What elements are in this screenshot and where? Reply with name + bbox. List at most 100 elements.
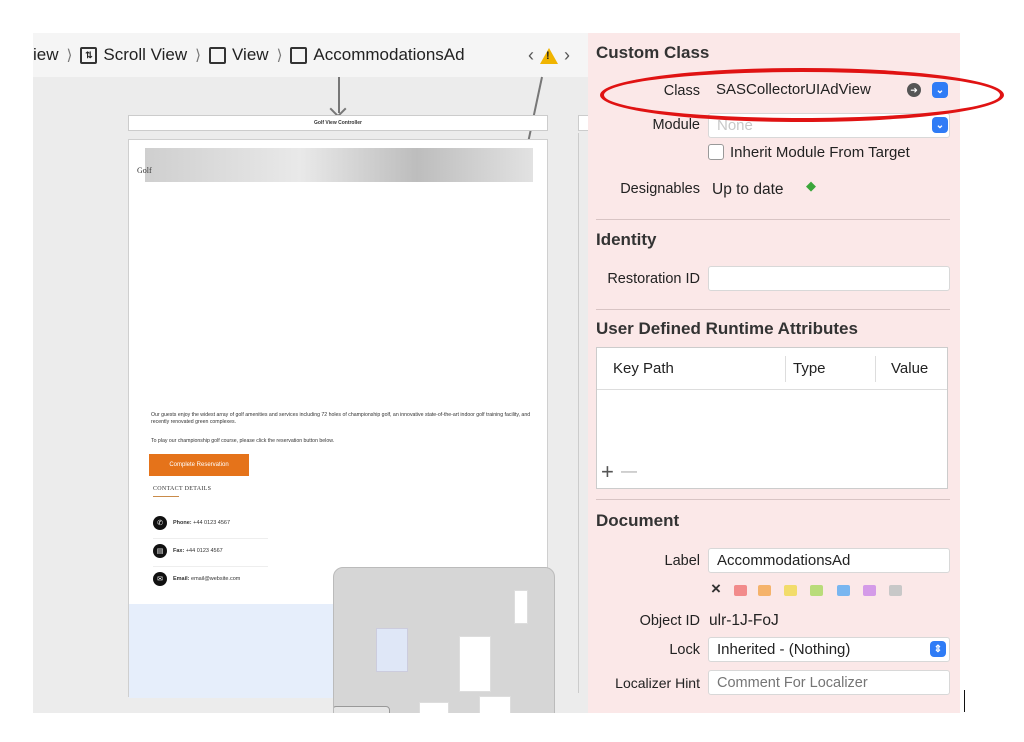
second-scene-edge bbox=[578, 133, 579, 693]
jump-bar: iew ⟩ ⇅ Scroll View ⟩ View ⟩ Accommodati… bbox=[33, 33, 588, 77]
identity-inspector: Custom Class Class SASCollectorUIAdView … bbox=[588, 33, 960, 713]
view-icon bbox=[209, 46, 227, 64]
contact-details-heading: CONTACT DETAILS bbox=[153, 486, 212, 492]
document-heading: Document bbox=[596, 511, 680, 530]
storyboard-canvas[interactable]: iew ⟩ ⇅ Scroll View ⟩ View ⟩ Accommodati… bbox=[33, 33, 588, 713]
contact-label: Email: bbox=[173, 576, 190, 582]
view-controller-title-bar[interactable]: Golf View Controller bbox=[128, 115, 548, 131]
email-icon: ✉ bbox=[153, 572, 167, 586]
inherit-module-label: Inherit Module From Target bbox=[730, 144, 910, 161]
object-id-value: ulr-1J-FoJ bbox=[709, 612, 779, 629]
divider bbox=[153, 566, 268, 567]
runtime-attributes-heading: User Defined Runtime Attributes bbox=[596, 319, 858, 338]
color-swatch-blue[interactable] bbox=[837, 585, 850, 596]
minimap-viewport[interactable] bbox=[376, 628, 408, 672]
view-icon bbox=[290, 46, 308, 64]
text-cursor bbox=[964, 690, 965, 712]
breadcrumb-label: iew bbox=[33, 45, 59, 64]
lock-label: Lock bbox=[669, 642, 700, 658]
hero-image[interactable] bbox=[145, 148, 533, 182]
designables-label: Designables bbox=[620, 181, 700, 197]
module-label: Module bbox=[652, 117, 700, 133]
minimap-scene bbox=[514, 590, 528, 624]
second-scene-title-bar[interactable] bbox=[578, 115, 588, 131]
color-swatch-green[interactable] bbox=[810, 585, 823, 596]
checkmark-icon: ◆ bbox=[806, 178, 816, 193]
column-value[interactable]: Value bbox=[891, 360, 928, 377]
scroll-view-icon: ⇅ bbox=[80, 46, 98, 64]
column-separator bbox=[785, 356, 786, 382]
chevron-left-icon[interactable]: ‹ bbox=[528, 45, 534, 66]
contact-label: Phone: bbox=[173, 520, 192, 526]
remove-attribute-button[interactable]: — bbox=[621, 463, 637, 481]
localizer-hint-field[interactable] bbox=[708, 670, 950, 695]
warning-icon[interactable] bbox=[540, 47, 558, 64]
table-header: Key Path Type Value bbox=[597, 348, 947, 390]
class-dropdown-icon[interactable]: ⌄ bbox=[932, 82, 948, 98]
contact-row-email: ✉ Email: email@website.com bbox=[153, 572, 240, 586]
lock-dropdown-icon[interactable]: ⇕ bbox=[930, 641, 946, 657]
lock-select[interactable]: Inherited - (Nothing) bbox=[708, 637, 950, 662]
designables-status: Up to date bbox=[712, 181, 784, 198]
add-attribute-button[interactable]: + bbox=[601, 459, 614, 485]
description-text: Our guests enjoy the widest array of gol… bbox=[151, 412, 531, 425]
contact-label: Fax: bbox=[173, 548, 185, 554]
minimap-scene bbox=[459, 636, 491, 692]
identity-heading: Identity bbox=[596, 230, 657, 249]
divider bbox=[596, 219, 950, 220]
column-type[interactable]: Type bbox=[793, 360, 826, 377]
breadcrumb-item-view[interactable]: View ⟩ bbox=[209, 45, 284, 65]
hero-title: Golf bbox=[137, 166, 152, 175]
object-id-label: Object ID bbox=[639, 613, 700, 629]
phone-icon: ✆ bbox=[153, 516, 167, 530]
module-dropdown-icon[interactable]: ⌄ bbox=[932, 117, 948, 133]
clear-color-button[interactable]: × bbox=[711, 579, 721, 599]
color-swatch-orange[interactable] bbox=[758, 585, 771, 596]
color-swatch-yellow[interactable] bbox=[784, 585, 797, 596]
document-label-field[interactable]: AccommodationsAd bbox=[708, 548, 950, 573]
module-field[interactable]: None bbox=[708, 113, 950, 138]
color-swatch-red[interactable] bbox=[734, 585, 747, 596]
breadcrumb-label: View bbox=[232, 45, 269, 64]
minimap[interactable] bbox=[333, 567, 555, 713]
heading-underline bbox=[153, 496, 179, 497]
class-label: Class bbox=[663, 83, 700, 99]
column-separator bbox=[875, 356, 876, 382]
restoration-id-field[interactable] bbox=[708, 266, 950, 291]
contact-row-phone: ✆ Phone: +44 0123 4567 bbox=[153, 516, 230, 530]
color-swatch-purple[interactable] bbox=[863, 585, 876, 596]
divider bbox=[596, 499, 950, 500]
breadcrumb-label: AccommodationsAd bbox=[313, 45, 465, 64]
contact-row-fax: ▤ Fax: +44 0123 4567 bbox=[153, 544, 223, 558]
chevron-right-icon: ⟩ bbox=[276, 47, 283, 64]
complete-reservation-button[interactable]: Complete Reservation bbox=[149, 454, 249, 476]
color-swatch-gray[interactable] bbox=[889, 585, 902, 596]
document-label-label: Label bbox=[664, 553, 700, 569]
breadcrumb-item-parent[interactable]: iew ⟩ bbox=[33, 45, 74, 65]
restoration-id-label: Restoration ID bbox=[607, 271, 700, 287]
contact-value: email@website.com bbox=[191, 576, 241, 582]
minimap-scene bbox=[479, 696, 511, 713]
minimap-scene bbox=[419, 702, 449, 713]
go-to-class-icon[interactable]: ➜ bbox=[907, 83, 921, 97]
contact-value: +44 0123 4567 bbox=[193, 520, 231, 526]
breadcrumb-item-scroll-view[interactable]: ⇅ Scroll View ⟩ bbox=[80, 45, 203, 65]
chevron-right-icon: ⟩ bbox=[66, 47, 73, 64]
contact-value: +44 0123 4567 bbox=[185, 548, 223, 554]
breadcrumb-item-accommodations[interactable]: AccommodationsAd bbox=[290, 45, 465, 65]
reservation-hint-text: To play our championship golf course, pl… bbox=[151, 438, 335, 444]
chevron-right-icon: ⟩ bbox=[195, 47, 202, 64]
divider bbox=[153, 538, 268, 539]
column-key-path[interactable]: Key Path bbox=[613, 360, 674, 377]
segue-line[interactable] bbox=[526, 76, 543, 146]
runtime-attributes-table[interactable]: Key Path Type Value + — bbox=[596, 347, 948, 489]
inherit-module-checkbox[interactable] bbox=[708, 144, 724, 160]
divider bbox=[596, 309, 950, 310]
entry-point-arrow bbox=[338, 77, 340, 113]
custom-class-heading: Custom Class bbox=[596, 43, 710, 62]
issue-navigator: ‹ › bbox=[528, 45, 570, 66]
fax-icon: ▤ bbox=[153, 544, 167, 558]
chevron-right-icon[interactable]: › bbox=[564, 45, 570, 66]
localizer-hint-label: Localizer Hint bbox=[615, 675, 700, 691]
minimap-tab[interactable] bbox=[334, 706, 390, 713]
